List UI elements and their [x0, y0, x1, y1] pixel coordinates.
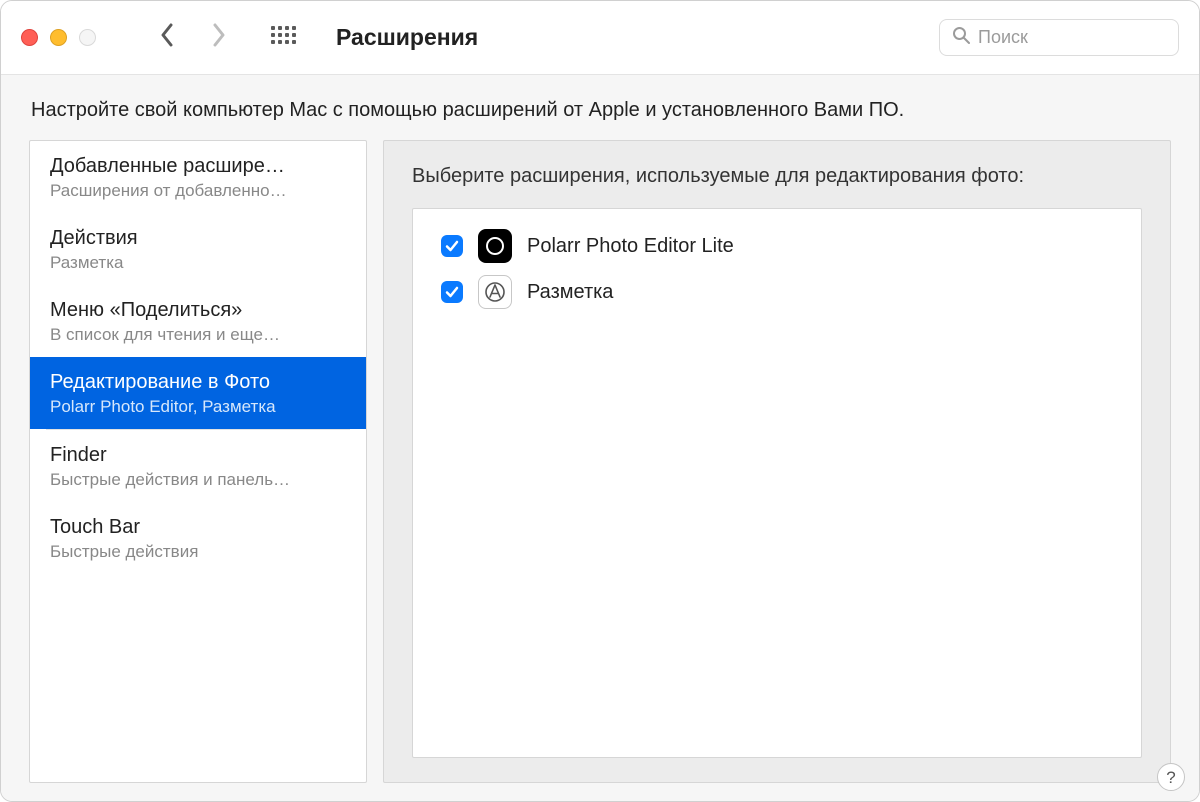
sidebar-item-sublabel: Быстрые действия и панель…	[50, 469, 346, 492]
search-input[interactable]	[978, 27, 1200, 48]
extension-checkbox[interactable]	[441, 281, 463, 303]
check-icon	[445, 239, 459, 253]
detail-panel: Выберите расширения, используемые для ре…	[383, 140, 1171, 783]
sidebar-item-label: Действия	[50, 225, 346, 252]
sidebar-item-sublabel: В список для чтения и еще…	[50, 324, 346, 347]
show-all-button[interactable]	[270, 25, 296, 51]
check-icon	[445, 285, 459, 299]
polarr-icon	[478, 229, 512, 263]
sidebar-item-share-menu[interactable]: Меню «Поделиться» В список для чтения и …	[30, 285, 366, 357]
extension-row: Разметка	[413, 269, 1141, 315]
extension-label: Polarr Photo Editor Lite	[527, 235, 734, 258]
extension-row: Polarr Photo Editor Lite	[413, 223, 1141, 269]
sidebar-item-actions[interactable]: Действия Разметка	[30, 213, 366, 285]
chevron-right-icon	[212, 23, 226, 47]
description-text: Настройте свой компьютер Mac с помощью р…	[29, 99, 1171, 122]
extension-list: Polarr Photo Editor Lite	[412, 208, 1142, 758]
sidebar-item-finder[interactable]: Finder Быстрые действия и панель…	[30, 430, 366, 502]
back-button[interactable]	[156, 23, 178, 52]
sidebar-item-photo-editing[interactable]: Редактирование в Фото Polarr Photo Edito…	[30, 357, 366, 429]
close-button[interactable]	[21, 29, 38, 46]
minimize-button[interactable]	[50, 29, 67, 46]
chevron-left-icon	[160, 23, 174, 47]
extension-label: Разметка	[527, 281, 613, 304]
sidebar-item-label: Finder	[50, 442, 346, 469]
help-button[interactable]: ?	[1157, 763, 1185, 791]
nav-arrows	[156, 23, 230, 52]
sidebar-item-sublabel: Разметка	[50, 252, 346, 275]
detail-heading: Выберите расширения, используемые для ре…	[412, 165, 1142, 188]
sidebar-item-added-extensions[interactable]: Добавленные расшире… Расширения от добав…	[30, 141, 366, 213]
sidebar-item-label: Редактирование в Фото	[50, 369, 346, 396]
search-field-wrap[interactable]	[939, 19, 1179, 56]
window-controls	[21, 29, 96, 46]
forward-button[interactable]	[208, 23, 230, 52]
sidebar-item-label: Touch Bar	[50, 514, 346, 541]
sidebar-item-sublabel: Polarr Photo Editor, Разметка	[50, 396, 346, 419]
preferences-window: Расширения Настройте свой компьютер Mac …	[0, 0, 1200, 802]
sidebar-item-label: Добавленные расшире…	[50, 153, 346, 180]
search-icon	[952, 26, 970, 49]
extension-checkbox[interactable]	[441, 235, 463, 257]
content-area: Настройте свой компьютер Mac с помощью р…	[1, 75, 1199, 801]
page-title: Расширения	[336, 24, 478, 51]
sidebar-item-sublabel: Быстрые действия	[50, 541, 346, 564]
sidebar-item-touch-bar[interactable]: Touch Bar Быстрые действия	[30, 502, 366, 574]
sidebar-item-label: Меню «Поделиться»	[50, 297, 346, 324]
zoom-button	[79, 29, 96, 46]
panels: Добавленные расшире… Расширения от добав…	[29, 140, 1171, 783]
category-sidebar: Добавленные расшире… Расширения от добав…	[29, 140, 367, 783]
markup-icon	[478, 275, 512, 309]
sidebar-item-sublabel: Расширения от добавленно…	[50, 180, 346, 203]
grid-icon	[270, 25, 296, 51]
titlebar: Расширения	[1, 1, 1199, 75]
